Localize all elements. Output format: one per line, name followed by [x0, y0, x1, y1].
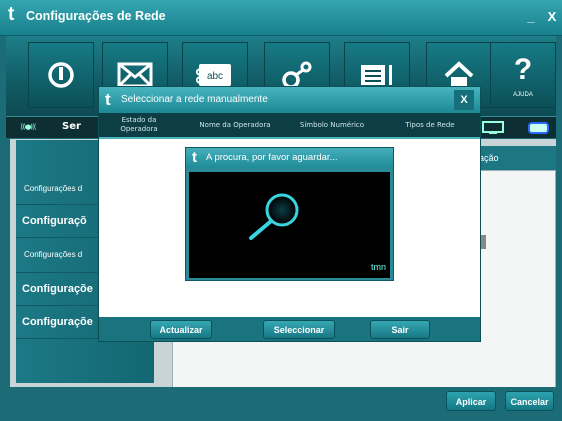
searching-logo: t [192, 149, 197, 166]
window-title: Configurações de Rede [26, 9, 166, 23]
searching-popup: t A procura, por favor aguardar... tmn [185, 147, 394, 281]
app-window: t Configurações de Rede _ X abc ? AJUDA … [0, 0, 562, 421]
dialog-title-bar: t Seleccionar a rede manualmente X [99, 87, 480, 113]
svg-text:abc: abc [207, 71, 223, 82]
col-operator-name[interactable]: Nome da Operadora [191, 121, 279, 130]
help-label: AJUDA [513, 92, 533, 98]
monitor-icon [482, 121, 504, 134]
tmn-brand: tmn [370, 262, 386, 272]
toolbar-help-button[interactable]: ? AJUDA [490, 42, 556, 108]
dialog-title: Seleccionar a rede manualmente [121, 94, 268, 105]
help-icon: ? [514, 53, 532, 86]
magnifier-icon [249, 193, 299, 240]
cancel-button[interactable]: Cancelar [505, 391, 554, 411]
close-button[interactable]: X [542, 6, 562, 28]
col-network-type[interactable]: Tipos de Rede [392, 121, 468, 130]
svg-text:?: ? [514, 53, 532, 86]
searching-message: A procura, por favor aguardar... [206, 152, 338, 163]
operator-table-header: Estado da Operadora Nome da Operadora Sí… [99, 113, 480, 139]
col-numeric-symbol[interactable]: Símbolo Numérico [289, 121, 375, 130]
searching-animation: tmn [189, 172, 390, 278]
dialog-close-button[interactable]: X [454, 90, 474, 110]
minimize-button[interactable]: _ [521, 6, 541, 28]
envelope-icon [117, 62, 153, 88]
dialog-logo: t [105, 90, 111, 109]
battery-icon [528, 122, 549, 134]
app-logo: t [8, 4, 15, 25]
toolbar-power-button[interactable] [28, 42, 94, 108]
sms-abc-icon: abc [196, 64, 231, 86]
col-operator-status[interactable]: Estado da Operadora [111, 116, 167, 134]
signal-indicator: )))●((( [20, 123, 36, 131]
phonebook-icon [361, 65, 392, 85]
power-icon [48, 62, 74, 88]
select-button[interactable]: Seleccionar [263, 320, 335, 339]
refresh-button[interactable]: Actualizar [150, 320, 212, 339]
service-text: Ser [62, 121, 81, 132]
title-bar: t Configurações de Rede _ X [0, 0, 562, 36]
apply-button[interactable]: Aplicar [446, 391, 496, 411]
searching-popup-header: t A procura, por favor aguardar... [186, 148, 393, 168]
exit-button[interactable]: Sair [370, 320, 430, 339]
